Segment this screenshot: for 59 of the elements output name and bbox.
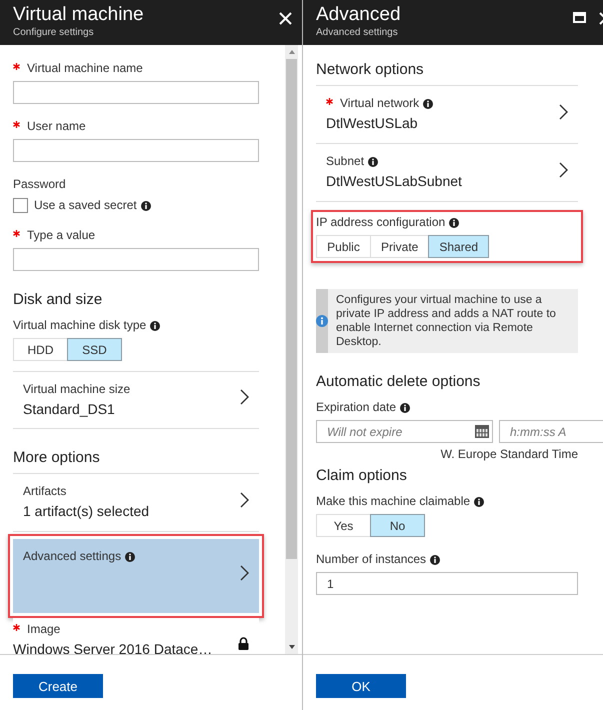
chevron-right-icon <box>240 564 249 580</box>
field-value: DtlWestUSLabSubnet <box>326 173 463 189</box>
lock-icon <box>238 637 249 650</box>
field-label: Expiration date <box>316 400 396 415</box>
field-label: Type a value <box>27 228 96 243</box>
toggle-option[interactable]: Yes <box>316 514 371 537</box>
field-label: Artifacts <box>23 484 66 499</box>
panel-subtitle: Configure settings <box>13 26 95 39</box>
field-label: Virtual machine disk type <box>13 318 146 333</box>
toggle-option[interactable]: SSD <box>67 338 122 361</box>
checkbox[interactable] <box>13 198 28 213</box>
field-value: Windows Server 2016 Datace… <box>13 641 214 654</box>
field-label: IP address configuration <box>316 215 446 230</box>
field-label: Image <box>27 622 60 637</box>
field-value: Standard_DS1 <box>23 401 116 417</box>
field-label: Password <box>13 177 66 192</box>
chevron-right-icon <box>559 162 568 178</box>
toggle-option[interactable]: Private <box>370 235 430 258</box>
panel-title: Virtual machine <box>13 4 145 26</box>
field-label: Subnet <box>326 154 364 169</box>
field-label: Virtual machine name <box>27 61 143 76</box>
toggle-option[interactable]: Public <box>316 235 371 258</box>
field-label: Make this machine claimable <box>316 494 470 509</box>
close-icon[interactable] <box>279 12 292 25</box>
field-label: Number of instances <box>316 552 426 567</box>
field-label: Advanced settings <box>23 549 122 564</box>
chevron-right-icon <box>240 389 249 405</box>
settings-row[interactable]: Virtual machine size Standard_DS1 <box>13 371 259 429</box>
field-label: Virtual machine size <box>23 382 130 397</box>
field-value: 1 artifact(s) selected <box>23 503 150 519</box>
calendar-icon[interactable] <box>475 425 489 438</box>
checkbox-label: Use a saved secret <box>34 198 137 213</box>
note-text: Configures your virtual machine to use a private IP address and adds a NAT route to enable Internet connection via Remote Desktop. <box>335 293 557 350</box>
primary-button[interactable]: OK <box>316 674 406 698</box>
text-field[interactable] <box>13 248 259 271</box>
section-heading: Claim options <box>316 467 408 486</box>
chevron-right-icon <box>240 492 249 508</box>
scrollbar[interactable] <box>285 45 298 654</box>
field-value: DtlWestUSLab <box>326 115 419 131</box>
date-field[interactable]: Will not expire <box>316 420 493 443</box>
primary-button[interactable]: Create <box>13 674 103 698</box>
panel-title: Advanced <box>316 4 402 26</box>
maximize-icon[interactable] <box>573 12 586 23</box>
text-field[interactable]: 1 <box>316 572 578 595</box>
time-field[interactable]: h:mm:ss A <box>499 420 603 443</box>
section-heading: Disk and size <box>13 291 104 310</box>
toggle-option[interactable]: HDD <box>13 338 68 361</box>
toggle-option[interactable]: Shared <box>428 235 490 258</box>
section-heading: Automatic delete options <box>316 373 482 392</box>
settings-row[interactable]: Advanced settings <box>13 539 259 613</box>
field-label: User name <box>27 119 86 134</box>
timezone-label: W. Europe Standard Time <box>440 447 578 461</box>
toggle-option[interactable]: No <box>370 514 425 537</box>
text-field[interactable] <box>13 139 259 162</box>
panel-subtitle: Advanced settings <box>316 26 399 39</box>
text-field[interactable] <box>13 81 259 104</box>
info-icon <box>316 315 328 327</box>
chevron-right-icon <box>559 104 568 120</box>
field-label: Virtual network <box>340 96 420 111</box>
